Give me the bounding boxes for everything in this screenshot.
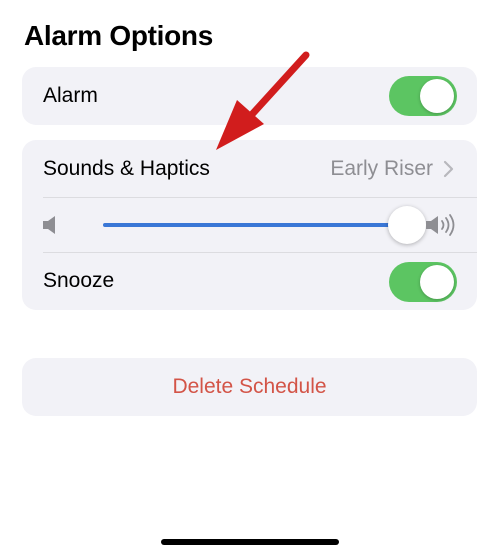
- snooze-label: Snooze: [43, 269, 115, 292]
- alarm-label: Alarm: [43, 84, 98, 107]
- sounds-haptics-value: Early Riser: [330, 157, 433, 180]
- snooze-toggle-knob: [420, 265, 454, 299]
- delete-schedule-label: Delete Schedule: [172, 375, 327, 398]
- snooze-row: Snooze: [22, 253, 477, 310]
- chevron-right-icon: [443, 160, 454, 178]
- snooze-toggle[interactable]: [389, 262, 457, 302]
- section-title: Alarm Options: [24, 20, 214, 51]
- speaker-high-icon: [426, 214, 455, 236]
- home-indicator[interactable]: [161, 539, 339, 545]
- alarm-toggle-knob: [420, 79, 454, 113]
- volume-row: [22, 198, 477, 252]
- alarm-card: Alarm: [22, 67, 477, 125]
- volume-slider-knob[interactable]: [388, 206, 426, 244]
- sounds-card: Sounds & Haptics Early Riser Snooze: [22, 140, 477, 310]
- sounds-haptics-label: Sounds & Haptics: [43, 157, 210, 180]
- volume-slider-track[interactable]: [103, 223, 408, 227]
- delete-schedule-button[interactable]: Delete Schedule: [22, 358, 477, 416]
- sounds-haptics-row[interactable]: Sounds & Haptics Early Riser: [22, 140, 477, 198]
- alarm-toggle[interactable]: [389, 76, 457, 116]
- speaker-low-icon: [43, 216, 55, 234]
